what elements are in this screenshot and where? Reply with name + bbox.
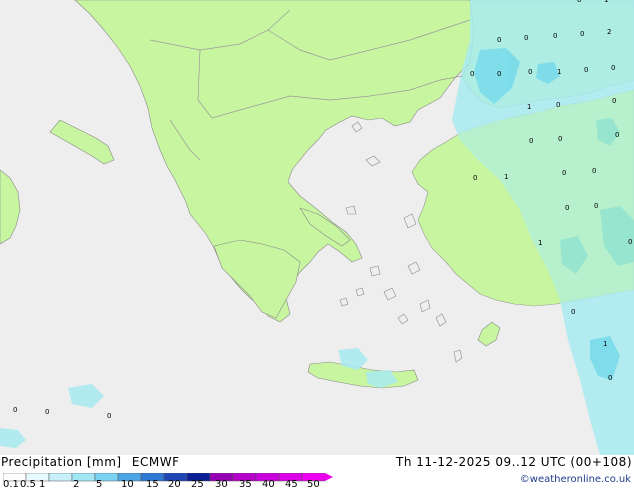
point-value-label: 1 [604,0,608,4]
point-value-label: 0 [580,30,584,38]
footer: Precipitation [mm] ECMWF Th 11-12-2025 0… [0,455,634,490]
point-value-label: 0 [497,70,501,78]
point-value-label: 0 [628,238,632,246]
point-value-label: 0 [107,412,111,420]
point-value-label: 0 [473,174,477,182]
point-value-label: 1 [557,68,561,76]
point-value-label: 0 [615,131,619,139]
point-value-label: 1 [538,239,542,247]
point-value-label: 0 [497,36,501,44]
legend-label: 0.5 [20,479,36,490]
point-value-label: 1 [504,173,508,181]
legend-label: 40 [262,479,275,490]
point-value-label: 2 [607,28,611,36]
legend-arrow [325,473,333,481]
legend-label: 20 [168,479,181,490]
legend-label: 35 [239,479,252,490]
chart-title: Precipitation [mm] [1,455,122,469]
point-value-label: 0 [611,64,615,72]
point-value-label: 0 [612,97,616,105]
point-value-label: 0 [13,406,17,414]
credit-link[interactable]: ©weatheronline.co.uk [520,474,631,485]
legend-label: 45 [285,479,298,490]
point-value-label: 1 [527,103,531,111]
legend-label: 1 [39,479,46,490]
point-value-label: 0 [584,66,588,74]
point-value-label: 0 [556,101,560,109]
point-value-label: 0 [592,167,596,175]
point-value-label: 0 [524,34,528,42]
point-value-label: 0 [594,202,598,210]
legend-swatch [48,473,73,482]
legend-label: 30 [215,479,228,490]
point-value-label: 1 [603,340,607,348]
point-value-label: 0 [571,308,575,316]
precipitation-map: 0 1 0 0 0 0 2 0 0 0 1 0 0 1 0 0 0 0 0 0 1 0 0 0 0 1 0 0 1 0 0 0 0 [0,0,634,455]
point-value-label: 0 [558,135,562,143]
legend-label: 5 [96,479,103,490]
point-value-label: 0 [565,204,569,212]
point-value-label: 0 [470,70,474,78]
model-name: ECMWF [131,455,180,469]
valid-time: Th 11-12-2025 09..12 UTC (00+108) [396,455,632,469]
legend-label: 15 [146,479,159,490]
point-value-label: 0 [608,374,612,382]
point-value-label: 0 [45,408,49,416]
point-value-label: 0 [562,169,566,177]
point-value-label: 0 [553,32,557,40]
legend-label: 25 [191,479,204,490]
legend-label: 10 [121,479,134,490]
legend-label: 2 [73,479,80,490]
point-value-label: 0 [577,0,581,4]
point-value-label: 0 [528,68,532,76]
title-block: Precipitation [mm] ECMWF [1,455,185,469]
point-value-label: 0 [529,137,533,145]
legend-label: 0.1 [3,479,19,490]
legend-label: 50 [307,479,320,490]
